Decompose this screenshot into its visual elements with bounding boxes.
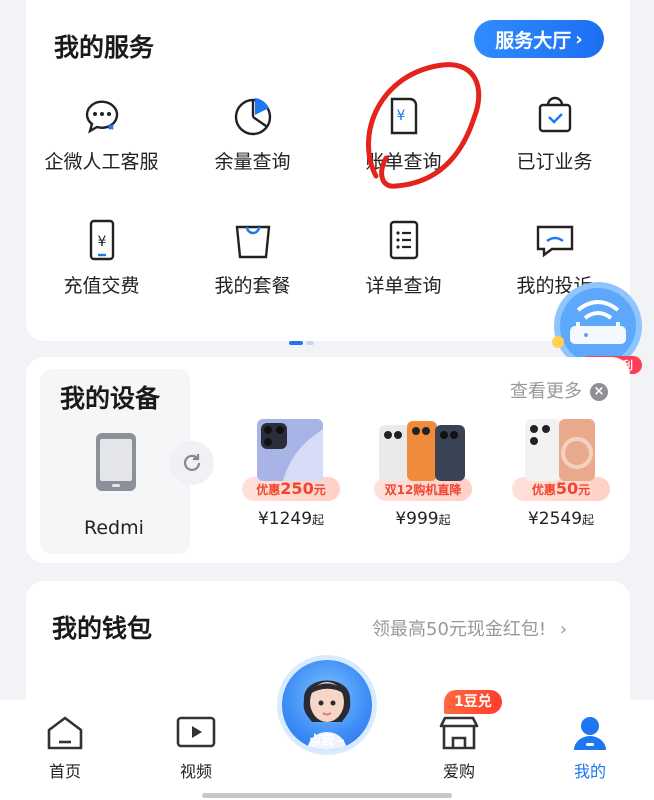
product-price: ¥1249起	[236, 509, 346, 529]
price-suffix: 起	[438, 513, 451, 527]
home-icon	[47, 716, 83, 750]
chevron-right-icon: ›	[559, 619, 568, 640]
badge-suffix: 元	[313, 483, 326, 497]
tab-label: 爱购	[442, 762, 475, 781]
phone-product-image	[379, 421, 465, 481]
refresh-icon	[183, 454, 201, 471]
price-value: ¥999	[395, 509, 439, 529]
profile-icon	[574, 717, 606, 750]
chevron-right-icon: ›	[575, 28, 583, 50]
service-label: 详单查询	[365, 275, 442, 297]
dou-exchange-badge: 1豆兑	[444, 690, 502, 714]
chat-service-icon	[85, 100, 118, 134]
complaint-icon	[536, 225, 573, 258]
subscribed-bag-icon	[538, 96, 571, 133]
tab-profile[interactable]: 我的	[540, 714, 640, 782]
assistant-avatar-button[interactable]: 点我~	[277, 655, 377, 755]
current-device-name: Redmi	[84, 517, 144, 539]
services-title: 我的服务	[54, 33, 155, 62]
service-item-package[interactable]: 我的套餐	[177, 217, 328, 298]
tab-video[interactable]: 视频	[146, 714, 246, 782]
tab-shop[interactable]: 爱购	[409, 714, 509, 782]
phone-device-icon	[96, 433, 136, 491]
service-label: 我的套餐	[214, 275, 291, 297]
pagination-dots	[289, 341, 314, 345]
services-card: 我的服务 服务大厅 › 企微人工客服 余量查询 ¥ 账单查询 已订业务 ¥ 充值…	[26, 0, 630, 341]
wallet-promo-text: 领最高50元现金红包!	[372, 619, 547, 640]
page-dot	[306, 341, 314, 345]
service-label: 企微人工客服	[44, 151, 159, 173]
badge-value: 250	[280, 479, 314, 498]
shop-icon	[439, 716, 479, 750]
wallet-title: 我的钱包	[52, 614, 153, 643]
price-suffix: 起	[582, 513, 595, 527]
product-price: ¥2549起	[506, 509, 616, 529]
badge-suffix: 元	[578, 483, 591, 497]
phone-topup-icon: ¥	[89, 219, 114, 261]
product-price: ¥999起	[368, 509, 478, 529]
tab-label: 首页	[48, 762, 81, 781]
service-hall-label: 服务大厅	[495, 29, 572, 52]
service-item-topup[interactable]: ¥ 充值交费	[26, 217, 177, 298]
devices-title: 我的设备	[60, 384, 161, 413]
video-icon	[176, 716, 216, 748]
discount-badge: 优惠250元	[242, 477, 340, 501]
service-label: 余量查询	[214, 151, 291, 173]
badge-prefix: 双12购机直降	[384, 483, 462, 497]
pie-chart-icon	[234, 98, 271, 136]
detail-list-icon	[389, 220, 418, 260]
wallet-promo-link[interactable]: 领最高50元现金红包! ›	[372, 615, 567, 641]
tab-home[interactable]: 首页	[15, 714, 115, 782]
assistant-label: 点我~	[308, 734, 346, 749]
service-item-balance[interactable]: 余量查询	[177, 93, 328, 174]
badge-prefix: 优惠	[256, 483, 281, 497]
service-item-customer-service[interactable]: 企微人工客服	[26, 93, 177, 174]
price-suffix: 起	[312, 513, 325, 527]
refresh-button[interactable]	[170, 441, 214, 485]
phone-product-image	[257, 419, 323, 481]
view-more-link[interactable]: 查看更多	[510, 377, 582, 403]
badge-prefix: 优惠	[531, 483, 556, 497]
package-bag-icon	[235, 225, 270, 259]
annotation-circle	[366, 62, 482, 189]
tab-label: 我的	[573, 762, 606, 781]
home-indicator	[202, 793, 452, 798]
discount-badge: 双12购机直降	[374, 477, 472, 501]
service-label: 充值交费	[63, 275, 140, 297]
service-item-detail[interactable]: 详单查询	[328, 217, 479, 298]
page-dot-active	[289, 341, 303, 345]
phone-product-image	[525, 419, 595, 481]
svg-text:¥: ¥	[97, 234, 106, 250]
product-card[interactable]: 优惠250元 ¥1249起	[236, 417, 346, 529]
close-icon[interactable]: ×	[590, 383, 608, 401]
product-card[interactable]: 优惠50元 ¥2549起	[506, 417, 616, 529]
tab-label: 视频	[179, 762, 212, 781]
discount-badge: 优惠50元	[512, 477, 610, 501]
product-card[interactable]: 双12购机直降 ¥999起	[368, 417, 478, 529]
service-hall-button[interactable]: 服务大厅 ›	[474, 20, 604, 58]
price-value: ¥1249	[257, 509, 313, 529]
badge-value: 50	[555, 479, 579, 498]
price-value: ¥2549	[527, 509, 583, 529]
devices-card: 我的设备 Redmi 查看更多 × 优惠250元 ¥1249起 双12购机直降 …	[26, 357, 630, 563]
